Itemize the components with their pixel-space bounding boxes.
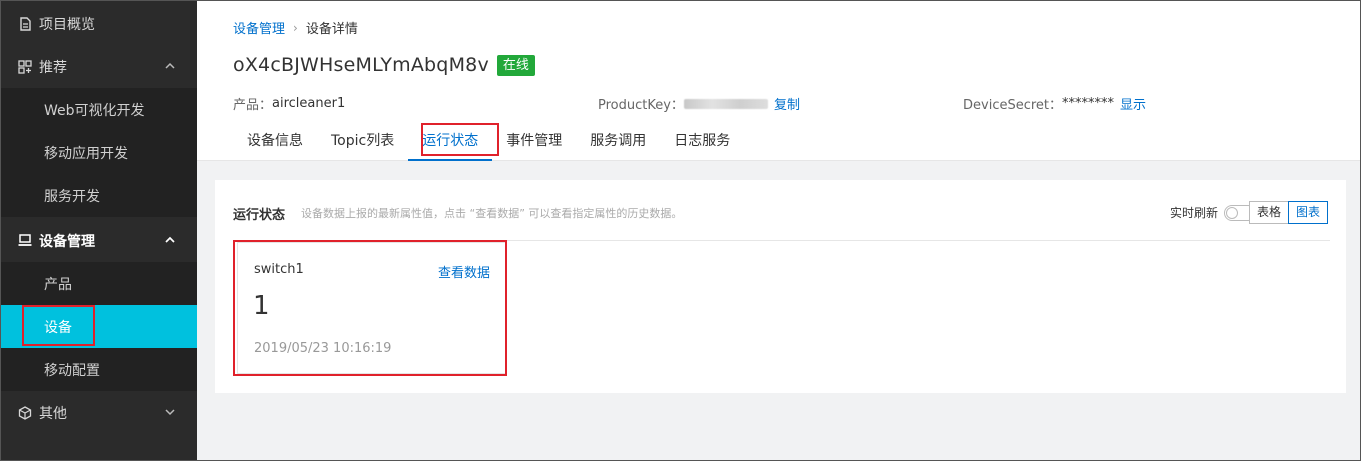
running-status-panel: 运行状态 设备数据上报的最新属性值，点击 “查看数据” 可以查看指定属性的历史数… — [215, 180, 1346, 393]
view-chart-button[interactable]: 图表 — [1287, 201, 1328, 224]
tab-log-service[interactable]: 日志服务 — [660, 124, 744, 161]
panel-description: 设备数据上报的最新属性值，点击 “查看数据” 可以查看指定属性的历史数据。 — [301, 207, 683, 220]
productkey-masked-value — [683, 98, 768, 109]
chevron-up-icon — [165, 236, 175, 243]
page-header: 设备管理 › 设备详情 oX4cBJWHseMLYmAbqM8v 在线 产品： … — [197, 0, 1361, 161]
cube-icon — [17, 405, 33, 421]
sidebar-item-other[interactable]: 其他 — [0, 391, 197, 434]
sidebar-item-mobile-config[interactable]: 移动配置 — [0, 348, 197, 391]
document-icon — [17, 16, 33, 32]
breadcrumb: 设备管理 › 设备详情 — [233, 18, 358, 38]
breadcrumb-link-device-management[interactable]: 设备管理 — [233, 18, 285, 37]
status-badge: 在线 — [496, 54, 535, 76]
page-title: oX4cBJWHseMLYmAbqM8v — [233, 54, 489, 76]
sidebar-item-web-visual[interactable]: Web可视化开发 — [0, 88, 197, 131]
breadcrumb-separator: › — [293, 20, 298, 35]
view-table-button[interactable]: 表格 — [1248, 201, 1289, 224]
main-content: 设备管理 › 设备详情 oX4cBJWHseMLYmAbqM8v 在线 产品： … — [197, 0, 1361, 461]
sidebar-item-overview[interactable]: 项目概览 — [0, 2, 197, 45]
sidebar-item-label: Web可视化开发 — [44, 102, 145, 119]
sidebar-item-label: 项目概览 — [39, 16, 95, 33]
sidebar-item-label: 其他 — [39, 405, 67, 422]
toggle-knob — [1226, 206, 1238, 219]
devicesecret-info: DeviceSecret： ******** 显示 — [963, 94, 1146, 113]
sidebar-item-product[interactable]: 产品 — [0, 262, 197, 305]
product-value: aircleaner1 — [272, 96, 346, 111]
title-row: oX4cBJWHseMLYmAbqM8v 在线 — [233, 54, 535, 76]
sidebar-item-label: 设备管理 — [39, 233, 95, 250]
monitor-icon — [17, 233, 33, 249]
panel-title: 运行状态 — [233, 208, 286, 223]
sidebar-item-device-management[interactable]: 设备管理 — [0, 219, 197, 262]
productkey-info: ProductKey： 复制 — [598, 94, 800, 113]
sidebar-item-label: 服务开发 — [44, 188, 100, 205]
sidebar-item-mobile-dev[interactable]: 移动应用开发 — [0, 131, 197, 174]
sidebar-item-recommend[interactable]: 推荐 — [0, 45, 197, 88]
grid-icon — [17, 59, 33, 75]
realtime-refresh: 实时刷新 — [1170, 204, 1256, 221]
tab-device-info[interactable]: 设备信息 — [233, 124, 317, 161]
product-info: 产品： aircleaner1 — [233, 94, 345, 113]
sidebar-item-label: 移动配置 — [44, 362, 100, 379]
refresh-label: 实时刷新 — [1169, 206, 1218, 220]
view-switch: 表格 图表 — [1248, 201, 1328, 224]
show-link[interactable]: 显示 — [1120, 94, 1146, 113]
sidebar-item-service-dev[interactable]: 服务开发 — [0, 174, 197, 217]
productkey-label: ProductKey： — [598, 98, 684, 113]
sidebar-item-label: 推荐 — [39, 59, 67, 76]
tab-topic-list[interactable]: Topic列表 — [317, 124, 408, 161]
sidebar: 项目概览 推荐 Web可视化开发 移动应用开发 服务开发 设备管理 产品 设备 … — [0, 0, 197, 461]
chevron-up-icon — [165, 62, 175, 69]
tab-event-management[interactable]: 事件管理 — [492, 124, 576, 161]
breadcrumb-current: 设备详情 — [305, 22, 358, 37]
highlight-box — [233, 240, 507, 376]
product-label: 产品： — [233, 98, 273, 113]
devicesecret-label: DeviceSecret： — [963, 98, 1063, 113]
highlight-box — [421, 123, 499, 156]
chevron-down-icon — [165, 409, 175, 416]
tab-service-call[interactable]: 服务调用 — [576, 124, 660, 161]
sidebar-item-label: 移动应用开发 — [44, 145, 128, 162]
sidebar-item-label: 产品 — [44, 276, 72, 293]
highlight-box — [22, 305, 95, 346]
devicesecret-value: ******** — [1062, 96, 1115, 111]
copy-link[interactable]: 复制 — [774, 94, 800, 113]
